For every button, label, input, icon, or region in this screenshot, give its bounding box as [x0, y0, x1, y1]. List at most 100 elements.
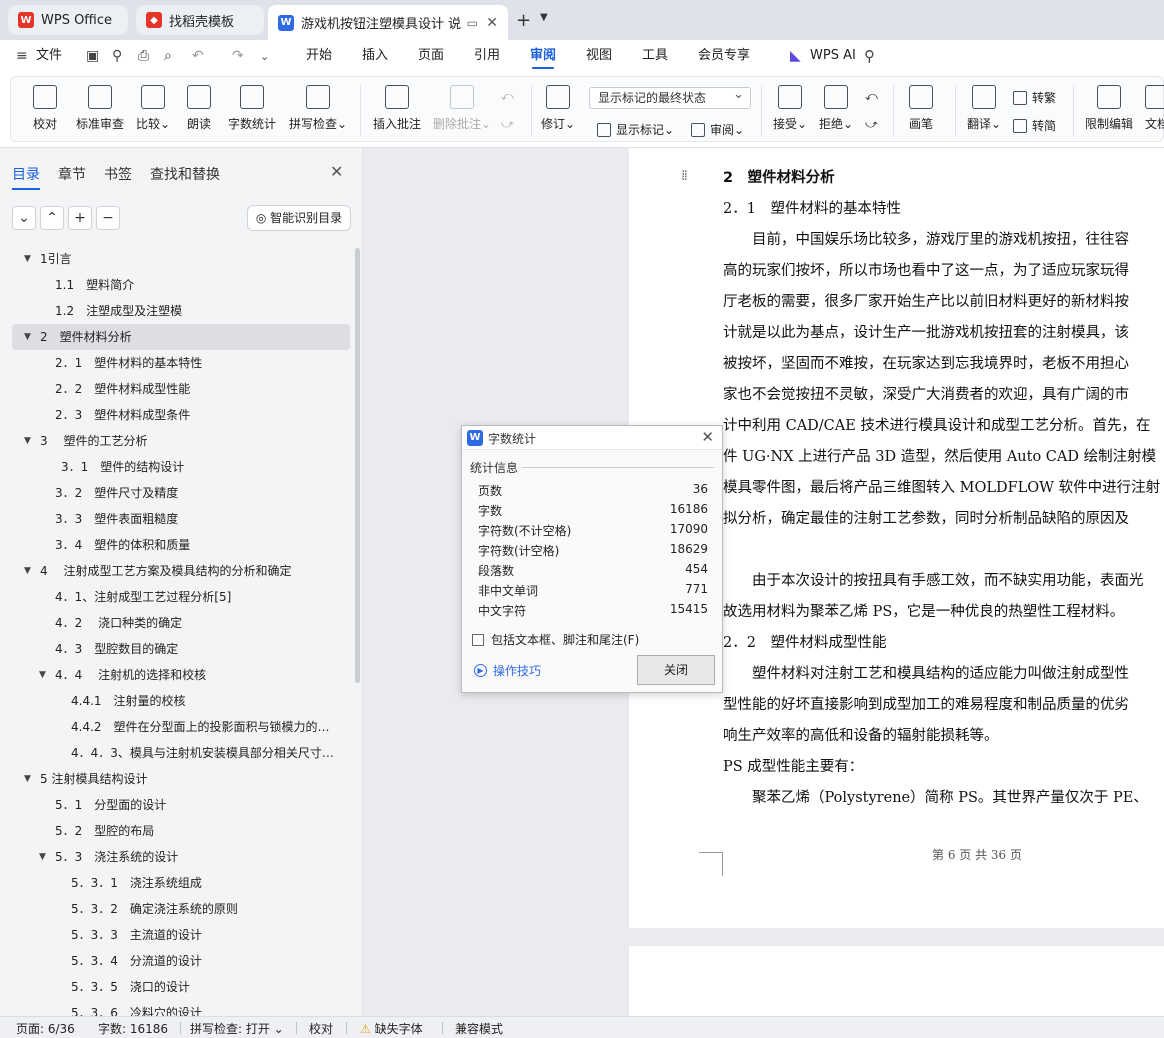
toc-item[interactable]: 3．4 塑件的体积和质量: [0, 532, 350, 558]
status-page[interactable]: 页面: 6/36: [16, 1020, 75, 1037]
menu-file[interactable]: 文件: [36, 40, 62, 72]
smart-toc-button[interactable]: ◎ 智能识别目录: [247, 205, 351, 231]
compare-button[interactable]: 比较⌄: [136, 85, 170, 132]
menu-view[interactable]: 视图: [586, 40, 612, 72]
print-icon[interactable]: ⎙: [138, 48, 149, 64]
toc-item[interactable]: 5．3．1 浇注系统组成: [0, 870, 350, 896]
toc-scrollbar[interactable]: [355, 248, 360, 683]
toc-item[interactable]: ▼ 2 塑件材料分析: [12, 324, 350, 350]
menu-home[interactable]: 开始: [306, 40, 332, 72]
tab-sections[interactable]: 章节: [58, 164, 86, 184]
toc-item[interactable]: 3．2 塑件尺寸及精度: [0, 480, 350, 506]
next-change-icon[interactable]: ⤻: [865, 117, 878, 132]
toc-item[interactable]: 4.4.2 塑件在分型面上的投影面积与锁模力的校核: [0, 714, 350, 740]
delete-comment-button[interactable]: 删除批注⌄: [433, 85, 491, 132]
chevron-down-icon[interactable]: ▼: [24, 558, 31, 584]
toc-item[interactable]: 4．2 浇口种类的确定: [0, 610, 350, 636]
close-icon[interactable]: ✕: [701, 428, 714, 446]
save-icon[interactable]: ▣: [86, 48, 99, 64]
toc-item[interactable]: ▼ 3 塑件的工艺分析: [0, 428, 350, 454]
print-preview-icon[interactable]: ⌕: [164, 48, 172, 64]
close-icon[interactable]: ✕: [486, 15, 498, 31]
tab-docer-templates[interactable]: ◆ 找稻壳模板: [136, 5, 264, 35]
tab-bookmarks[interactable]: 书签: [104, 164, 132, 184]
chevron-down-icon[interactable]: ▼: [24, 246, 31, 272]
toc-item[interactable]: ▼ 5 注射模具结构设计: [0, 766, 350, 792]
close-button[interactable]: 关闭: [637, 655, 715, 685]
chevron-down-icon[interactable]: ⌄: [260, 50, 269, 63]
chevron-down-icon[interactable]: ▼: [24, 428, 31, 454]
menu-review[interactable]: 审阅: [530, 40, 556, 72]
expand-up-button[interactable]: ⌃: [40, 206, 64, 230]
tab-wps-office[interactable]: W WPS Office: [8, 5, 128, 35]
document-more-button[interactable]: 文档: [1145, 85, 1164, 132]
toc-item[interactable]: 1.2 注塑成型及注塑模: [0, 298, 350, 324]
toc-item[interactable]: ▼ 5．3 浇注系统的设计: [0, 844, 350, 870]
tab-toc[interactable]: 目录: [12, 164, 40, 190]
menu-insert[interactable]: 插入: [362, 40, 388, 72]
restrict-edit-button[interactable]: 限制编辑: [1085, 85, 1133, 132]
review-pane-button[interactable]: 审阅 ⌄: [691, 121, 744, 138]
accept-button[interactable]: 接受⌄: [773, 85, 807, 132]
word-count-button[interactable]: 字数统计: [228, 85, 276, 132]
add-tab-icon[interactable]: +: [516, 10, 531, 31]
status-word-count[interactable]: 字数: 16186: [98, 1020, 168, 1037]
standard-review-button[interactable]: 标准审查: [76, 85, 124, 132]
menu-wps-ai[interactable]: WPS AI: [810, 40, 856, 72]
include-textbox-checkbox[interactable]: 包括文本框、脚注和尾注(F): [472, 631, 639, 648]
next-comment-icon[interactable]: ⤻: [501, 117, 514, 132]
toc-item[interactable]: 5．3．4 分流道的设计: [0, 948, 350, 974]
chevron-down-icon[interactable]: ▼: [39, 662, 46, 688]
toc-item[interactable]: 2．1 塑件材料的基本特性: [0, 350, 350, 376]
toc-item[interactable]: 4．3 型腔数目的确定: [0, 636, 350, 662]
share-icon[interactable]: ⚲: [112, 48, 122, 64]
hamburger-icon[interactable]: ≡: [16, 48, 28, 64]
menu-tools[interactable]: 工具: [642, 40, 668, 72]
menu-references[interactable]: 引用: [474, 40, 500, 72]
redo-icon[interactable]: ↷: [232, 48, 244, 64]
toc-item[interactable]: ▼ 4．4 注射机的选择和校核: [0, 662, 350, 688]
toc-item[interactable]: 5．3．6 冷料穴的设计: [0, 1000, 350, 1016]
status-proof[interactable]: 校对: [309, 1020, 333, 1037]
pen-button[interactable]: 画笔: [909, 85, 933, 132]
to-traditional-button[interactable]: 转繁: [1013, 89, 1056, 106]
menu-member[interactable]: 会员专享: [698, 40, 750, 72]
toc-item[interactable]: 4．4．3、模具与注射机安装模具部分相关尺寸校核: [0, 740, 350, 766]
proofread-button[interactable]: 校对: [33, 85, 57, 132]
reject-button[interactable]: 拒绝⌄: [819, 85, 853, 132]
toc-item[interactable]: 4.4.1 注射量的校核: [0, 688, 350, 714]
chevron-down-icon[interactable]: ▼: [24, 766, 31, 792]
search-icon[interactable]: ⚲: [864, 47, 875, 65]
status-spell-check[interactable]: 拼写检查: 打开 ⌄: [190, 1020, 284, 1037]
drag-handle-icon[interactable]: ⁞⁞: [681, 168, 688, 184]
window-mode-icon[interactable]: ▭: [467, 16, 478, 30]
read-aloud-button[interactable]: 朗读: [187, 85, 211, 132]
menu-page[interactable]: 页面: [418, 40, 444, 72]
toc-item[interactable]: 5．3．3 主流道的设计: [0, 922, 350, 948]
toc-item[interactable]: ▼ 4 注射成型工艺方案及模具结构的分析和确定: [0, 558, 350, 584]
undo-icon[interactable]: ↶: [192, 48, 204, 64]
show-markup-button[interactable]: 显示标记 ⌄: [597, 121, 674, 138]
toc-item[interactable]: 3．1 塑件的结构设计: [0, 454, 350, 480]
toc-item[interactable]: 2．2 塑件材料成型性能: [0, 376, 350, 402]
toc-item[interactable]: 3．3 塑件表面粗糙度: [0, 506, 350, 532]
toc-item[interactable]: 5．3．5 浇口的设计: [0, 974, 350, 1000]
chevron-down-icon[interactable]: ▼: [39, 844, 46, 870]
spell-check-button[interactable]: 拼写检查⌄: [289, 85, 347, 132]
revise-button[interactable]: 修订⌄: [541, 85, 575, 132]
checkbox[interactable]: [472, 633, 484, 646]
previous-change-icon[interactable]: ⤺: [865, 89, 878, 104]
chevron-down-icon[interactable]: ▼: [24, 324, 31, 350]
toc-item[interactable]: 1.1 塑料简介: [0, 272, 350, 298]
tab-find-replace[interactable]: 查找和替换: [150, 164, 220, 184]
tab-current-document[interactable]: W 游戏机按钮注塑模具设计 说明 ▭ ✕: [268, 5, 508, 40]
translate-button[interactable]: 翻译⌄: [967, 85, 1001, 132]
toc-item[interactable]: 2．3 塑件材料成型条件: [0, 402, 350, 428]
add-heading-button[interactable]: +: [68, 206, 92, 230]
toc-item[interactable]: 5．1 分型面的设计: [0, 792, 350, 818]
tips-link[interactable]: ▶ 操作技巧: [474, 662, 541, 679]
collapse-all-button[interactable]: ⌄: [12, 206, 36, 230]
status-missing-font[interactable]: ⚠ 缺失字体: [360, 1020, 423, 1037]
to-simplified-button[interactable]: 转简: [1013, 117, 1056, 134]
chevron-down-icon[interactable]: ▼: [540, 12, 548, 23]
